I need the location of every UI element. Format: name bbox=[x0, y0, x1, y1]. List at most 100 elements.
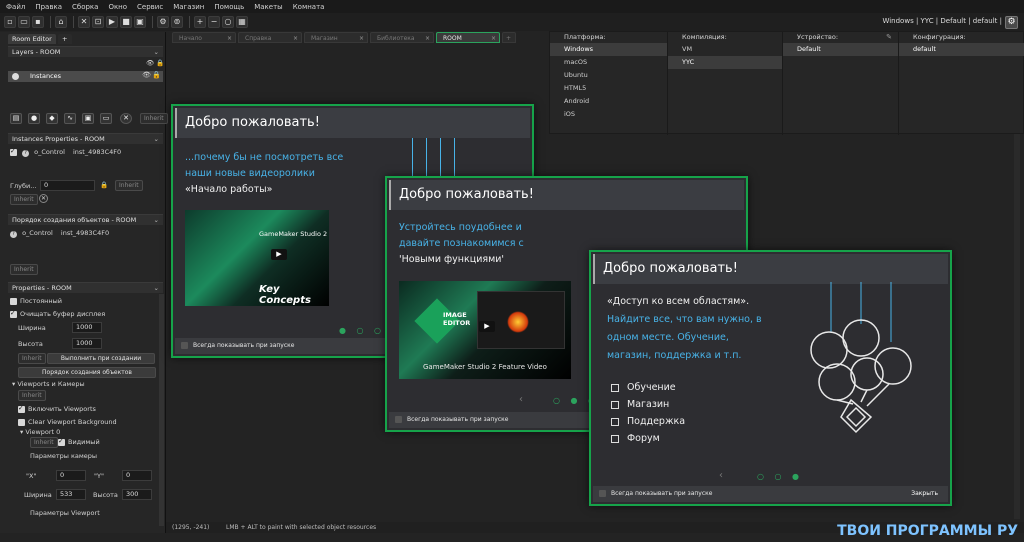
room-editor-tab[interactable]: Room Editor bbox=[8, 34, 56, 44]
link-marketplace[interactable]: Магазин bbox=[611, 399, 669, 410]
config-item-default[interactable]: default bbox=[899, 43, 1024, 56]
x-field[interactable]: 0 bbox=[56, 470, 86, 481]
menu-help[interactable]: Помощь bbox=[214, 3, 244, 11]
platform-item-macos[interactable]: macOS bbox=[550, 56, 667, 69]
viewport0-section[interactable]: ▾ Viewport 0 bbox=[20, 428, 60, 436]
properties-scrollbar[interactable] bbox=[159, 294, 164, 526]
play-icon[interactable]: ▶ bbox=[271, 249, 287, 260]
prev-arrow-icon[interactable]: ‹ bbox=[719, 470, 723, 481]
target-config-gear-icon[interactable]: ⚙ bbox=[1005, 16, 1018, 29]
clear-viewport-bg-row[interactable]: Clear Viewport Background bbox=[18, 418, 117, 426]
creation-order-button[interactable]: Порядок создания объектов bbox=[18, 367, 156, 378]
link-support[interactable]: Поддержка bbox=[611, 416, 685, 427]
preferences-icon[interactable]: ⊚ bbox=[171, 16, 183, 28]
platform-item-html5[interactable]: HTML5 bbox=[550, 82, 667, 95]
tab-room[interactable]: ROOM × bbox=[436, 32, 500, 43]
platform-item-windows[interactable]: Windows bbox=[550, 43, 667, 56]
prev-arrow-icon[interactable]: ‹ bbox=[519, 394, 523, 405]
depth-field[interactable]: 0 bbox=[40, 180, 95, 191]
add-tab-icon[interactable]: + bbox=[58, 34, 72, 44]
add-asset-layer-icon[interactable]: ▣ bbox=[82, 113, 94, 124]
feature-video-thumbnail[interactable]: IMAGE EDITOR ▶ GameMaker Studio 2 Feature… bbox=[399, 281, 571, 379]
tab-help[interactable]: Справка × bbox=[238, 32, 302, 43]
show-on-startup-checkbox[interactable] bbox=[599, 490, 606, 497]
grid-icon[interactable]: ▦ bbox=[236, 16, 248, 28]
visible-checkbox[interactable] bbox=[58, 437, 65, 446]
platform-item-ubuntu[interactable]: Ubuntu bbox=[550, 69, 667, 82]
layer-instances-row[interactable]: Instances 👁 🔒 bbox=[8, 71, 163, 82]
clean-icon[interactable]: ✕ bbox=[78, 16, 90, 28]
add-tile-layer-icon[interactable]: ◆ bbox=[46, 113, 58, 124]
add-tab-icon[interactable]: + bbox=[502, 32, 516, 43]
width-field[interactable]: 1000 bbox=[72, 322, 102, 333]
inherit-instances-button[interactable]: Inherit bbox=[10, 194, 38, 205]
add-path-layer-icon[interactable]: ∿ bbox=[64, 113, 76, 124]
viewports-section[interactable]: ▾ Viewports и Камеры bbox=[12, 380, 85, 388]
lock-icon[interactable]: 🔒 bbox=[152, 71, 161, 79]
close-icon[interactable]: × bbox=[293, 33, 298, 44]
run-on-create-button[interactable]: Выполнить при создании bbox=[47, 353, 155, 364]
tab-library[interactable]: Библиотека × bbox=[370, 32, 434, 43]
menu-tools[interactable]: Сервис bbox=[137, 3, 163, 11]
add-background-layer-icon[interactable]: ● bbox=[28, 113, 40, 124]
tab-start[interactable]: Начало × bbox=[172, 32, 236, 43]
lock-icon[interactable]: 🔒 bbox=[156, 59, 164, 67]
open-project-icon[interactable]: ▭ bbox=[18, 16, 30, 28]
remove-instance-icon[interactable]: ✕ bbox=[39, 194, 48, 203]
tab-marketplace[interactable]: Магазин × bbox=[304, 32, 368, 43]
show-on-startup-checkbox[interactable] bbox=[395, 416, 402, 423]
zoom-out-icon[interactable]: − bbox=[208, 16, 220, 28]
properties-header[interactable]: Properties - ROOM ⌄ bbox=[8, 282, 163, 293]
close-button[interactable]: Закрыть bbox=[911, 486, 938, 502]
device-item-default[interactable]: Default bbox=[783, 43, 898, 56]
stop-icon[interactable]: ■ bbox=[120, 16, 132, 28]
delete-layer-icon[interactable]: ✕ bbox=[120, 113, 132, 124]
clear-buffer-row[interactable]: Очищать буфер дисплея bbox=[10, 309, 105, 318]
save-icon[interactable]: ▪ bbox=[32, 16, 44, 28]
clear-buffer-checkbox[interactable] bbox=[10, 309, 17, 318]
inherit-creation-order-button[interactable]: Inherit bbox=[10, 264, 38, 275]
close-icon[interactable]: × bbox=[227, 33, 232, 44]
camera-height-field[interactable]: 300 bbox=[122, 489, 152, 500]
close-icon[interactable]: × bbox=[359, 33, 364, 44]
menu-layouts[interactable]: Макеты bbox=[254, 3, 282, 11]
visible-row[interactable]: Видимый bbox=[58, 437, 100, 446]
eye-icon[interactable]: 👁 bbox=[142, 71, 151, 79]
create-exe-icon[interactable]: ▣ bbox=[134, 16, 146, 28]
menu-room[interactable]: Комната bbox=[293, 3, 325, 11]
link-forum[interactable]: Форум bbox=[611, 433, 660, 444]
key-concepts-video-thumbnail[interactable]: GameMaker Studio 2 ▶ Key Concepts bbox=[185, 210, 329, 306]
play-icon[interactable]: ▶ bbox=[479, 321, 495, 332]
clear-viewport-bg-checkbox[interactable] bbox=[18, 418, 25, 426]
inherit-layers-button[interactable]: Inherit bbox=[140, 113, 168, 124]
carousel-dots[interactable]: ● ○ ○ bbox=[339, 326, 385, 335]
edit-device-pencil-icon[interactable]: ✎ bbox=[886, 33, 892, 41]
instance-row[interactable]: ? o_Control inst_4983C4F0 bbox=[10, 147, 121, 157]
creation-order-header[interactable]: Порядок создания объектов - ROOM ⌄ bbox=[8, 214, 163, 225]
persistent-checkbox[interactable] bbox=[10, 297, 17, 305]
link-tutorials[interactable]: Обучение bbox=[611, 382, 676, 393]
add-folder-icon[interactable]: ▭ bbox=[100, 113, 112, 124]
instance-checkbox[interactable] bbox=[10, 147, 17, 156]
platform-item-ios[interactable]: iOS bbox=[550, 108, 667, 121]
debug-icon[interactable]: ⊡ bbox=[92, 16, 104, 28]
y-field[interactable]: 0 bbox=[122, 470, 152, 481]
instances-properties-header[interactable]: Instances Properties - ROOM ⌄ bbox=[8, 133, 163, 144]
menu-build[interactable]: Сборка bbox=[72, 3, 98, 11]
run-icon[interactable]: ▶ bbox=[106, 16, 118, 28]
inherit-viewport0-button[interactable]: Inherit bbox=[30, 437, 58, 448]
menu-marketplace[interactable]: Магазин bbox=[173, 3, 204, 11]
new-project-icon[interactable]: ▫ bbox=[4, 16, 16, 28]
camera-width-field[interactable]: 533 bbox=[56, 489, 86, 500]
creation-order-row[interactable]: ? o_Control inst_4983C4F0 bbox=[10, 229, 109, 238]
compile-item-yyc[interactable]: YYC bbox=[668, 56, 782, 69]
layers-header[interactable]: Layers - ROOM ⌄ bbox=[8, 46, 163, 57]
close-icon[interactable]: × bbox=[491, 33, 496, 44]
depth-lock-icon[interactable]: 🔒 bbox=[100, 181, 108, 189]
menu-file[interactable]: Файл bbox=[6, 3, 25, 11]
enable-viewports-row[interactable]: Включить Viewports bbox=[18, 404, 96, 413]
inherit-properties-button[interactable]: Inherit bbox=[18, 353, 46, 364]
carousel-dots[interactable]: ○ ○ ● bbox=[757, 472, 803, 481]
enable-viewports-checkbox[interactable] bbox=[18, 404, 25, 413]
build-icon[interactable]: ⌂ bbox=[55, 16, 67, 28]
